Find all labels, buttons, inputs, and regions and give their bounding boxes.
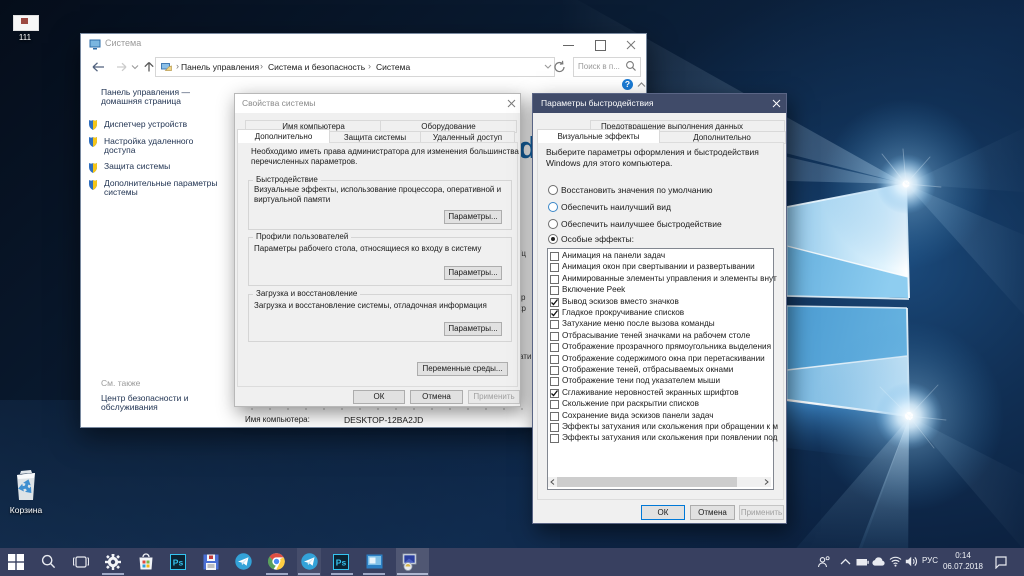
svg-text:Ps: Ps (336, 558, 347, 568)
svg-text:Ps: Ps (173, 558, 184, 568)
